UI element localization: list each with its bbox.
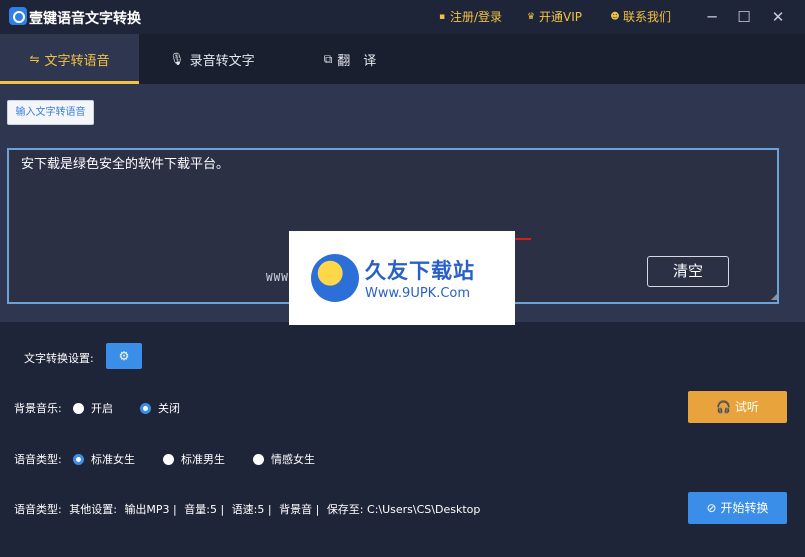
radio-dot-selected (140, 402, 151, 414)
app-logo-icon (9, 7, 27, 25)
tab-translate[interactable]: ⧉ 翻 译 (285, 34, 415, 84)
tab-recording-to-text[interactable]: 🎙 录音转文字 (139, 34, 285, 84)
status-output: 输出MP3 | (124, 503, 177, 516)
radio-dot (253, 453, 264, 465)
translate-icon: ⧉ (323, 51, 333, 66)
radio-label: 标准女生 (91, 453, 135, 466)
gear-icon: ⚙ (118, 349, 130, 363)
watermark-overlay: 久友下载站 Www.9UPK.Com (289, 231, 515, 325)
status-speed: 语速:5 | (231, 503, 272, 516)
app-title: 壹键语音文字转换 (29, 11, 141, 27)
watermark-red-line (515, 238, 531, 240)
start-icon: ⊘ (706, 501, 717, 515)
tab-label: 录音转文字 (189, 53, 255, 69)
radio-label: 开启 (91, 402, 113, 415)
radio-dot (73, 402, 84, 414)
watermark-logo-icon (311, 254, 359, 302)
start-label: 开始转换 (720, 501, 769, 515)
watermark-title: 久友下载站 (365, 259, 475, 283)
status-voice-type: 语音类型: (14, 503, 62, 516)
voice-emotional-female-radio[interactable]: 情感女生 (253, 451, 315, 467)
bg-music-off-radio[interactable]: 关闭 (140, 400, 180, 416)
input-text-to-speech-button[interactable]: 输入文字转语音 (7, 100, 94, 125)
open-vip-link[interactable]: ♛ 开通VIP (526, 8, 582, 25)
radio-label: 关闭 (158, 402, 180, 415)
register-login-label: 注册/登录 (450, 10, 503, 24)
contact-us-link[interactable]: ☻ 联系我们 (610, 8, 671, 25)
settings-gear-button[interactable]: ⚙ (106, 343, 142, 369)
background-music-label: 背景音乐: (14, 402, 62, 415)
bg-music-on-radio[interactable]: 开启 (73, 400, 113, 416)
resize-grip-icon[interactable]: ◢ (768, 292, 777, 301)
listen-button[interactable]: 🎧 试听 (688, 391, 787, 423)
minimize-button[interactable]: ─ (701, 6, 723, 28)
listen-label: 试听 (734, 400, 759, 414)
smile-icon: ☻ (610, 11, 620, 22)
voice-type-label: 语音类型: (14, 453, 62, 466)
conversion-settings-label: 文字转换设置: (24, 352, 94, 365)
close-button[interactable]: ✕ (767, 6, 789, 28)
radio-dot-selected (73, 453, 84, 465)
voice-standard-male-radio[interactable]: 标准男生 (163, 451, 225, 467)
title-bar: 壹键语音文字转换 ▪ 注册/登录 ♛ 开通VIP ☻ 联系我们 ─ ☐ ✕ (0, 0, 805, 34)
radio-label: 情感女生 (271, 453, 315, 466)
status-line: 语音类型: 其他设置: 输出MP3 | 音量:5 | 语速:5 | 背景音 | … (14, 501, 484, 517)
tab-bar: ⇋ 文字转语音 🎙 录音转文字 ⧉ 翻 译 (0, 34, 805, 84)
radio-dot (163, 453, 174, 465)
voice-standard-female-radio[interactable]: 标准女生 (73, 451, 135, 467)
open-vip-label: 开通VIP (539, 10, 582, 24)
text-speech-icon: ⇋ (29, 52, 40, 66)
contact-us-label: 联系我们 (623, 10, 672, 24)
radio-label: 标准男生 (181, 453, 225, 466)
user-icon: ▪ (438, 11, 446, 22)
status-other-settings: 其他设置: (69, 503, 117, 516)
status-volume: 音量:5 | (184, 503, 225, 516)
crown-icon: ♛ (526, 11, 536, 22)
tab-text-to-speech[interactable]: ⇋ 文字转语音 (0, 34, 139, 84)
tab-label: 翻 译 (337, 53, 377, 69)
tab-label: 文字转语音 (44, 53, 110, 69)
start-convert-button[interactable]: ⊘ 开始转换 (688, 492, 787, 524)
status-bg-sound: 背景音 | (279, 503, 320, 516)
watermark-url: Www.9UPK.Com (365, 286, 471, 301)
status-save-path: 保存至: C:\Users\CS\Desktop (326, 503, 481, 516)
microphone-icon: 🎙 (169, 52, 185, 66)
maximize-button[interactable]: ☐ (733, 6, 755, 28)
clear-button[interactable]: 清空 (647, 256, 729, 287)
register-login-link[interactable]: ▪ 注册/登录 (437, 8, 502, 25)
headphones-icon: 🎧 (716, 400, 732, 414)
